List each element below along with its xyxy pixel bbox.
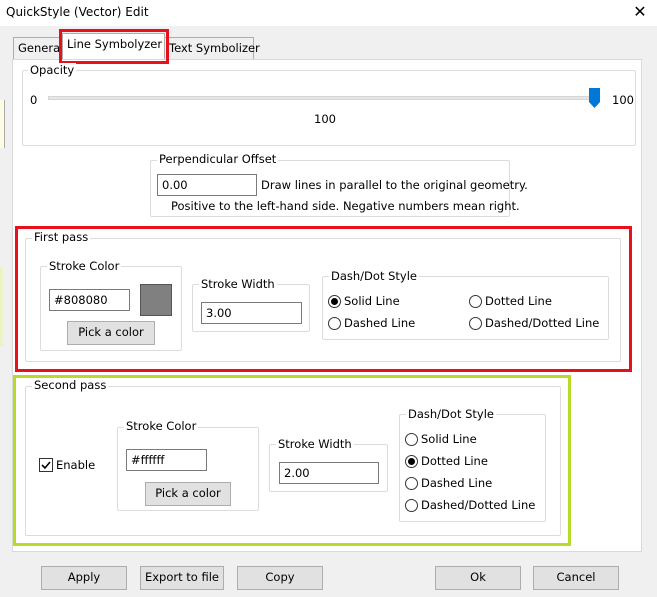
- first-dash-style-group: [322, 276, 609, 340]
- second-dotted-label[interactable]: Dotted Line: [421, 454, 488, 468]
- first-color-swatch[interactable]: [140, 284, 172, 316]
- offset-hint-2: Positive to the left-hand side. Negative…: [171, 199, 520, 213]
- first-stroke-width-legend: Stroke Width: [199, 277, 277, 291]
- apply-button[interactable]: Apply: [41, 566, 127, 590]
- tab-text-symbolizer-label: Text Symbolizer: [169, 41, 260, 55]
- first-dotted-label[interactable]: Dotted Line: [485, 294, 552, 308]
- copy-button[interactable]: Copy: [237, 566, 323, 590]
- first-dashed-label[interactable]: Dashed Line: [344, 316, 415, 330]
- second-dashed-label[interactable]: Dashed Line: [421, 476, 492, 490]
- second-pass-legend: Second pass: [32, 378, 109, 392]
- opacity-value-label: 100: [314, 112, 336, 126]
- checkmark-icon: [41, 461, 51, 470]
- offset-legend: Perpendicular Offset: [157, 152, 279, 166]
- second-width-input[interactable]: 2.00: [279, 462, 379, 484]
- opacity-min-label: 0: [30, 93, 38, 107]
- opacity-slider-thumb[interactable]: [589, 88, 600, 108]
- first-solid-radio[interactable]: [328, 295, 341, 308]
- second-solid-radio[interactable]: [405, 433, 418, 446]
- enable-label[interactable]: Enable: [56, 458, 95, 472]
- first-color-input[interactable]: #808080: [49, 289, 130, 311]
- second-color-input[interactable]: #ffffff: [126, 449, 207, 471]
- second-dashdot-label[interactable]: Dashed/Dotted Line: [421, 498, 535, 512]
- opacity-group: [22, 70, 636, 146]
- first-pass-legend: First pass: [32, 230, 91, 244]
- offset-input[interactable]: 0.00: [157, 174, 257, 196]
- tab-general-label: General: [18, 41, 64, 55]
- opacity-max-label: 100: [612, 93, 634, 107]
- first-solid-label[interactable]: Solid Line: [344, 294, 400, 308]
- second-pick-color-button[interactable]: Pick a color: [145, 482, 231, 506]
- first-stroke-color-legend: Stroke Color: [47, 259, 122, 273]
- background-window-edge: [0, 100, 5, 148]
- enable-checkbox[interactable]: [39, 458, 53, 472]
- first-width-input[interactable]: 3.00: [201, 302, 302, 324]
- first-pick-color-button[interactable]: Pick a color: [67, 321, 155, 345]
- export-to-file-button[interactable]: Export to file: [140, 566, 224, 590]
- cancel-button[interactable]: Cancel: [533, 566, 619, 590]
- first-dashed-radio[interactable]: [328, 317, 341, 330]
- second-stroke-color-legend: Stroke Color: [124, 419, 199, 433]
- opacity-slider-track[interactable]: [48, 96, 600, 100]
- second-dotted-radio[interactable]: [405, 455, 418, 468]
- second-dashdot-radio[interactable]: [405, 499, 418, 512]
- second-stroke-width-legend: Stroke Width: [276, 437, 354, 451]
- second-dash-style-legend: Dash/Dot Style: [406, 407, 496, 421]
- first-dashdot-label[interactable]: Dashed/Dotted Line: [485, 316, 599, 330]
- close-icon[interactable]: ✕: [630, 2, 650, 22]
- ok-button[interactable]: Ok: [435, 566, 521, 590]
- offset-hint-1: Draw lines in parallel to the original g…: [261, 178, 528, 192]
- first-dash-style-legend: Dash/Dot Style: [329, 269, 419, 283]
- first-dashdot-radio[interactable]: [469, 317, 482, 330]
- tab-highlight-box: [59, 29, 169, 64]
- slider-thumb-icon: [589, 88, 600, 108]
- second-solid-label[interactable]: Solid Line: [421, 432, 477, 446]
- tab-general[interactable]: General: [13, 37, 63, 59]
- first-dotted-radio[interactable]: [469, 295, 482, 308]
- window-title: QuickStyle (Vector) Edit: [6, 5, 149, 19]
- opacity-legend: Opacity: [28, 63, 77, 77]
- second-dashed-radio[interactable]: [405, 477, 418, 490]
- tab-text-symbolizer[interactable]: Text Symbolizer: [164, 37, 260, 59]
- background-window-edge: [0, 268, 3, 346]
